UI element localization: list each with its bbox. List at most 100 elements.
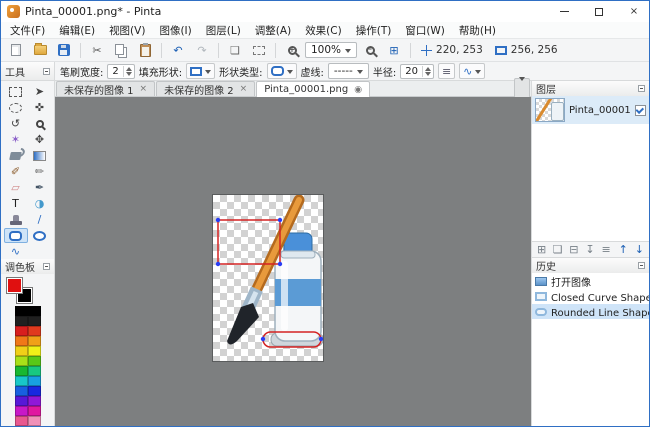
line-curve-tool[interactable]: / — [28, 212, 52, 227]
palette-color-6[interactable] — [15, 336, 28, 346]
menu-help[interactable]: 帮助(H) — [452, 22, 503, 39]
magic-wand-tool[interactable]: ✶ — [4, 132, 28, 147]
new-image-button[interactable] — [5, 41, 27, 60]
menu-adjustments[interactable]: 调整(A) — [248, 22, 298, 39]
menu-image[interactable]: 图像(I) — [152, 22, 198, 39]
line-options-button[interactable]: ≡ — [438, 63, 455, 79]
primary-color-swatch[interactable] — [6, 277, 23, 294]
ellipse-select-tool[interactable] — [4, 100, 28, 115]
radius-spinner[interactable]: 20 — [400, 64, 434, 79]
menu-view[interactable]: 视图(V) — [102, 22, 152, 39]
menu-edit[interactable]: 编辑(E) — [52, 22, 102, 39]
duplicate-layer-button[interactable]: ❏ — [550, 243, 565, 257]
eyedropper-tool[interactable]: ✒ — [28, 180, 52, 195]
palette-color-7[interactable] — [28, 336, 41, 346]
palette-color-5[interactable] — [28, 326, 41, 336]
canvas-document[interactable] — [213, 195, 323, 361]
move-selection-tool[interactable]: ✜ — [28, 100, 52, 115]
tab-overflow-button[interactable] — [514, 78, 530, 99]
shape-type-dropdown[interactable] — [267, 63, 297, 79]
tab-2[interactable]: 未保存的图像 2× — [156, 81, 255, 96]
minimize-button[interactable] — [549, 1, 579, 22]
crop-to-selection-button[interactable]: ❏ — [224, 41, 246, 60]
palette-color-21[interactable] — [28, 406, 41, 416]
open-image-button[interactable] — [29, 41, 51, 60]
zoom-fit-button[interactable]: ⊞ — [383, 41, 405, 60]
menu-layers[interactable]: 图层(L) — [199, 22, 248, 39]
zoom-in-button[interactable] — [281, 41, 303, 60]
palette-color-17[interactable] — [28, 386, 41, 396]
tab-close-button[interactable]: × — [140, 84, 148, 94]
paste-button[interactable] — [134, 41, 156, 60]
palette-color-3[interactable] — [28, 316, 41, 326]
menu-window[interactable]: 窗口(W) — [398, 22, 452, 39]
history-panel-collapse-button[interactable] — [638, 262, 645, 269]
tab-close-button[interactable]: × — [240, 84, 248, 94]
lasso-select-tool[interactable]: ↺ — [4, 116, 28, 131]
move-layer-up-button[interactable]: ↑ — [616, 243, 631, 257]
ellipse-shape-tool[interactable] — [28, 228, 52, 243]
radius-spin-arrows[interactable] — [422, 66, 433, 77]
palette-color-0[interactable] — [15, 306, 28, 316]
clone-stamp-tool[interactable] — [4, 212, 28, 227]
palette-color-16[interactable] — [15, 386, 28, 396]
palette-color-11[interactable] — [28, 356, 41, 366]
palette-color-15[interactable] — [28, 376, 41, 386]
rectangle-select-tool[interactable] — [4, 84, 28, 99]
copy-button[interactable] — [110, 41, 132, 60]
fill-style-dropdown[interactable] — [186, 63, 215, 79]
canvas-area[interactable] — [55, 97, 531, 426]
history-item-1[interactable]: 打开图像 — [532, 274, 649, 289]
palette-color-10[interactable] — [15, 356, 28, 366]
freeform-shape-tool[interactable]: ∿ — [4, 244, 28, 259]
zoom-tool[interactable] — [28, 116, 52, 131]
tools-panel-collapse-button[interactable] — [43, 68, 50, 75]
tab-3[interactable]: Pinta_00001.png◉ — [256, 81, 370, 97]
layer-row[interactable]: Pinta_00001.p... — [532, 96, 649, 124]
layer-properties-button[interactable]: ≡ — [599, 243, 614, 257]
brush-width-spin-arrows[interactable] — [123, 66, 134, 77]
palette-color-20[interactable] — [15, 406, 28, 416]
menu-file[interactable]: 文件(F) — [3, 22, 52, 39]
palette-color-4[interactable] — [15, 326, 28, 336]
merge-layer-down-button[interactable]: ↧ — [582, 243, 597, 257]
palette-color-12[interactable] — [15, 366, 28, 376]
palette-color-2[interactable] — [15, 316, 28, 326]
tab-1[interactable]: 未保存的图像 1× — [56, 81, 155, 96]
cut-button[interactable]: ✂ — [86, 41, 108, 60]
layers-panel-collapse-button[interactable] — [638, 85, 645, 92]
palette-panel-collapse-button[interactable] — [43, 263, 50, 270]
pan-tool[interactable]: ✥ — [28, 132, 52, 147]
gradient-tool[interactable] — [28, 148, 52, 163]
layer-visibility-checkbox[interactable] — [635, 105, 646, 116]
curve-style-dropdown[interactable]: ∿ — [459, 63, 485, 79]
palette-color-9[interactable] — [28, 346, 41, 356]
palette-color-8[interactable] — [15, 346, 28, 356]
rectangle-shape-tool[interactable] — [4, 228, 28, 243]
menu-addins[interactable]: 操作(T) — [349, 22, 399, 39]
pencil-tool[interactable]: ✏ — [28, 164, 52, 179]
brush-width-spinner[interactable]: 2 — [107, 64, 134, 79]
deselect-button[interactable] — [248, 41, 270, 60]
history-item-3[interactable]: Rounded Line Shape 已添加 — [532, 304, 649, 319]
close-button[interactable]: × — [619, 1, 649, 22]
palette-color-14[interactable] — [15, 376, 28, 386]
text-tool[interactable]: T — [4, 196, 28, 211]
move-selected-tool[interactable]: ➤ — [28, 84, 52, 99]
eraser-tool[interactable]: ▱ — [4, 180, 28, 195]
palette-color-18[interactable] — [15, 396, 28, 406]
palette-color-13[interactable] — [28, 366, 41, 376]
recolor-tool[interactable]: ◑ — [28, 196, 52, 211]
zoom-out-button[interactable] — [359, 41, 381, 60]
undo-button[interactable]: ↶ — [167, 41, 189, 60]
palette-color-23[interactable] — [28, 416, 41, 426]
save-button[interactable] — [53, 41, 75, 60]
add-layer-button[interactable]: ⊞ — [534, 243, 549, 257]
history-item-2[interactable]: Closed Curve Shape 已添加 — [532, 289, 649, 304]
paint-bucket-tool[interactable] — [4, 148, 28, 163]
redo-button[interactable]: ↷ — [191, 41, 213, 60]
delete-layer-button[interactable]: ⊟ — [566, 243, 581, 257]
move-layer-down-button[interactable]: ↓ — [632, 243, 647, 257]
menu-effects[interactable]: 效果(C) — [298, 22, 349, 39]
paintbrush-tool[interactable]: ✐ — [4, 164, 28, 179]
